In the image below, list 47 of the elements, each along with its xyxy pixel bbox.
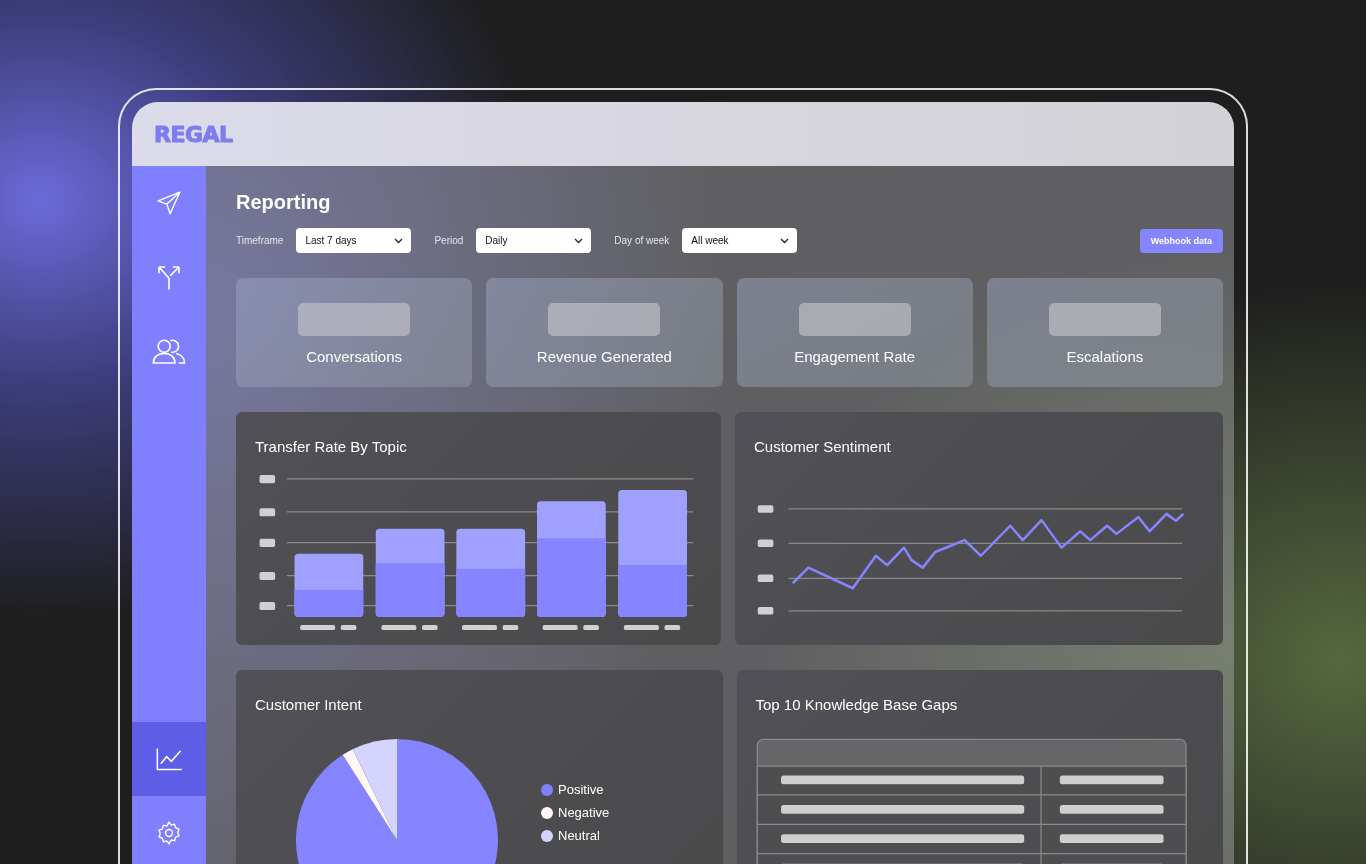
card-title: Transfer Rate By Topic [255,438,408,456]
legend-label: Negative [558,805,610,820]
users-icon [151,336,187,366]
filter-label: Period [434,235,464,246]
card-title: Customer Sentiment [754,438,892,456]
label-placeholder [340,625,357,631]
label-placeholder [583,625,599,631]
dropdown[interactable]: All week [682,228,798,253]
dropdown[interactable]: Last 7 days [296,228,412,253]
logo: REGAL [154,121,233,147]
nav-item[interactable] [132,722,206,796]
card-title: Customer Intent [255,696,363,714]
stat-label: Escalations [1066,348,1144,365]
label-placeholder [462,625,497,631]
card-title: Top 10 Knowledge Base Gaps [755,696,959,714]
stacked-bar [294,553,364,617]
label-placeholder [502,625,519,631]
tick-placeholder [259,601,276,611]
label-placeholder [300,625,336,631]
label-placeholder [381,625,417,631]
tick-placeholder [757,607,774,615]
tick-placeholder [259,508,276,517]
tick-placeholder [259,538,276,547]
filter-label: Timeframe [236,235,284,246]
page-title: Reporting [236,190,332,214]
chevron-down-icon [574,237,584,244]
chevron-down-icon [394,237,404,244]
tick-placeholder [259,475,276,484]
label-placeholder [422,625,438,631]
send-icon [156,190,182,216]
legend-label: Neutral [558,828,600,843]
tick-placeholder [259,571,276,581]
stat-label: Conversations [306,348,403,365]
label-placeholder [542,625,578,631]
chevron-down-icon [780,237,790,244]
label-placeholder [623,625,659,631]
line-chart-icon [155,747,183,771]
settings-icon [156,820,182,846]
tick-placeholder [757,574,774,582]
legend-label: Positive [558,782,604,797]
tick-placeholder [757,539,774,547]
tick-placeholder [757,505,774,513]
stat-label: Revenue Generated [536,348,672,365]
label-placeholder [664,625,681,631]
dropdown[interactable]: Daily [476,228,592,253]
filter-label: Day of week [614,235,670,246]
stat-label: Engagement Rate [794,348,916,365]
